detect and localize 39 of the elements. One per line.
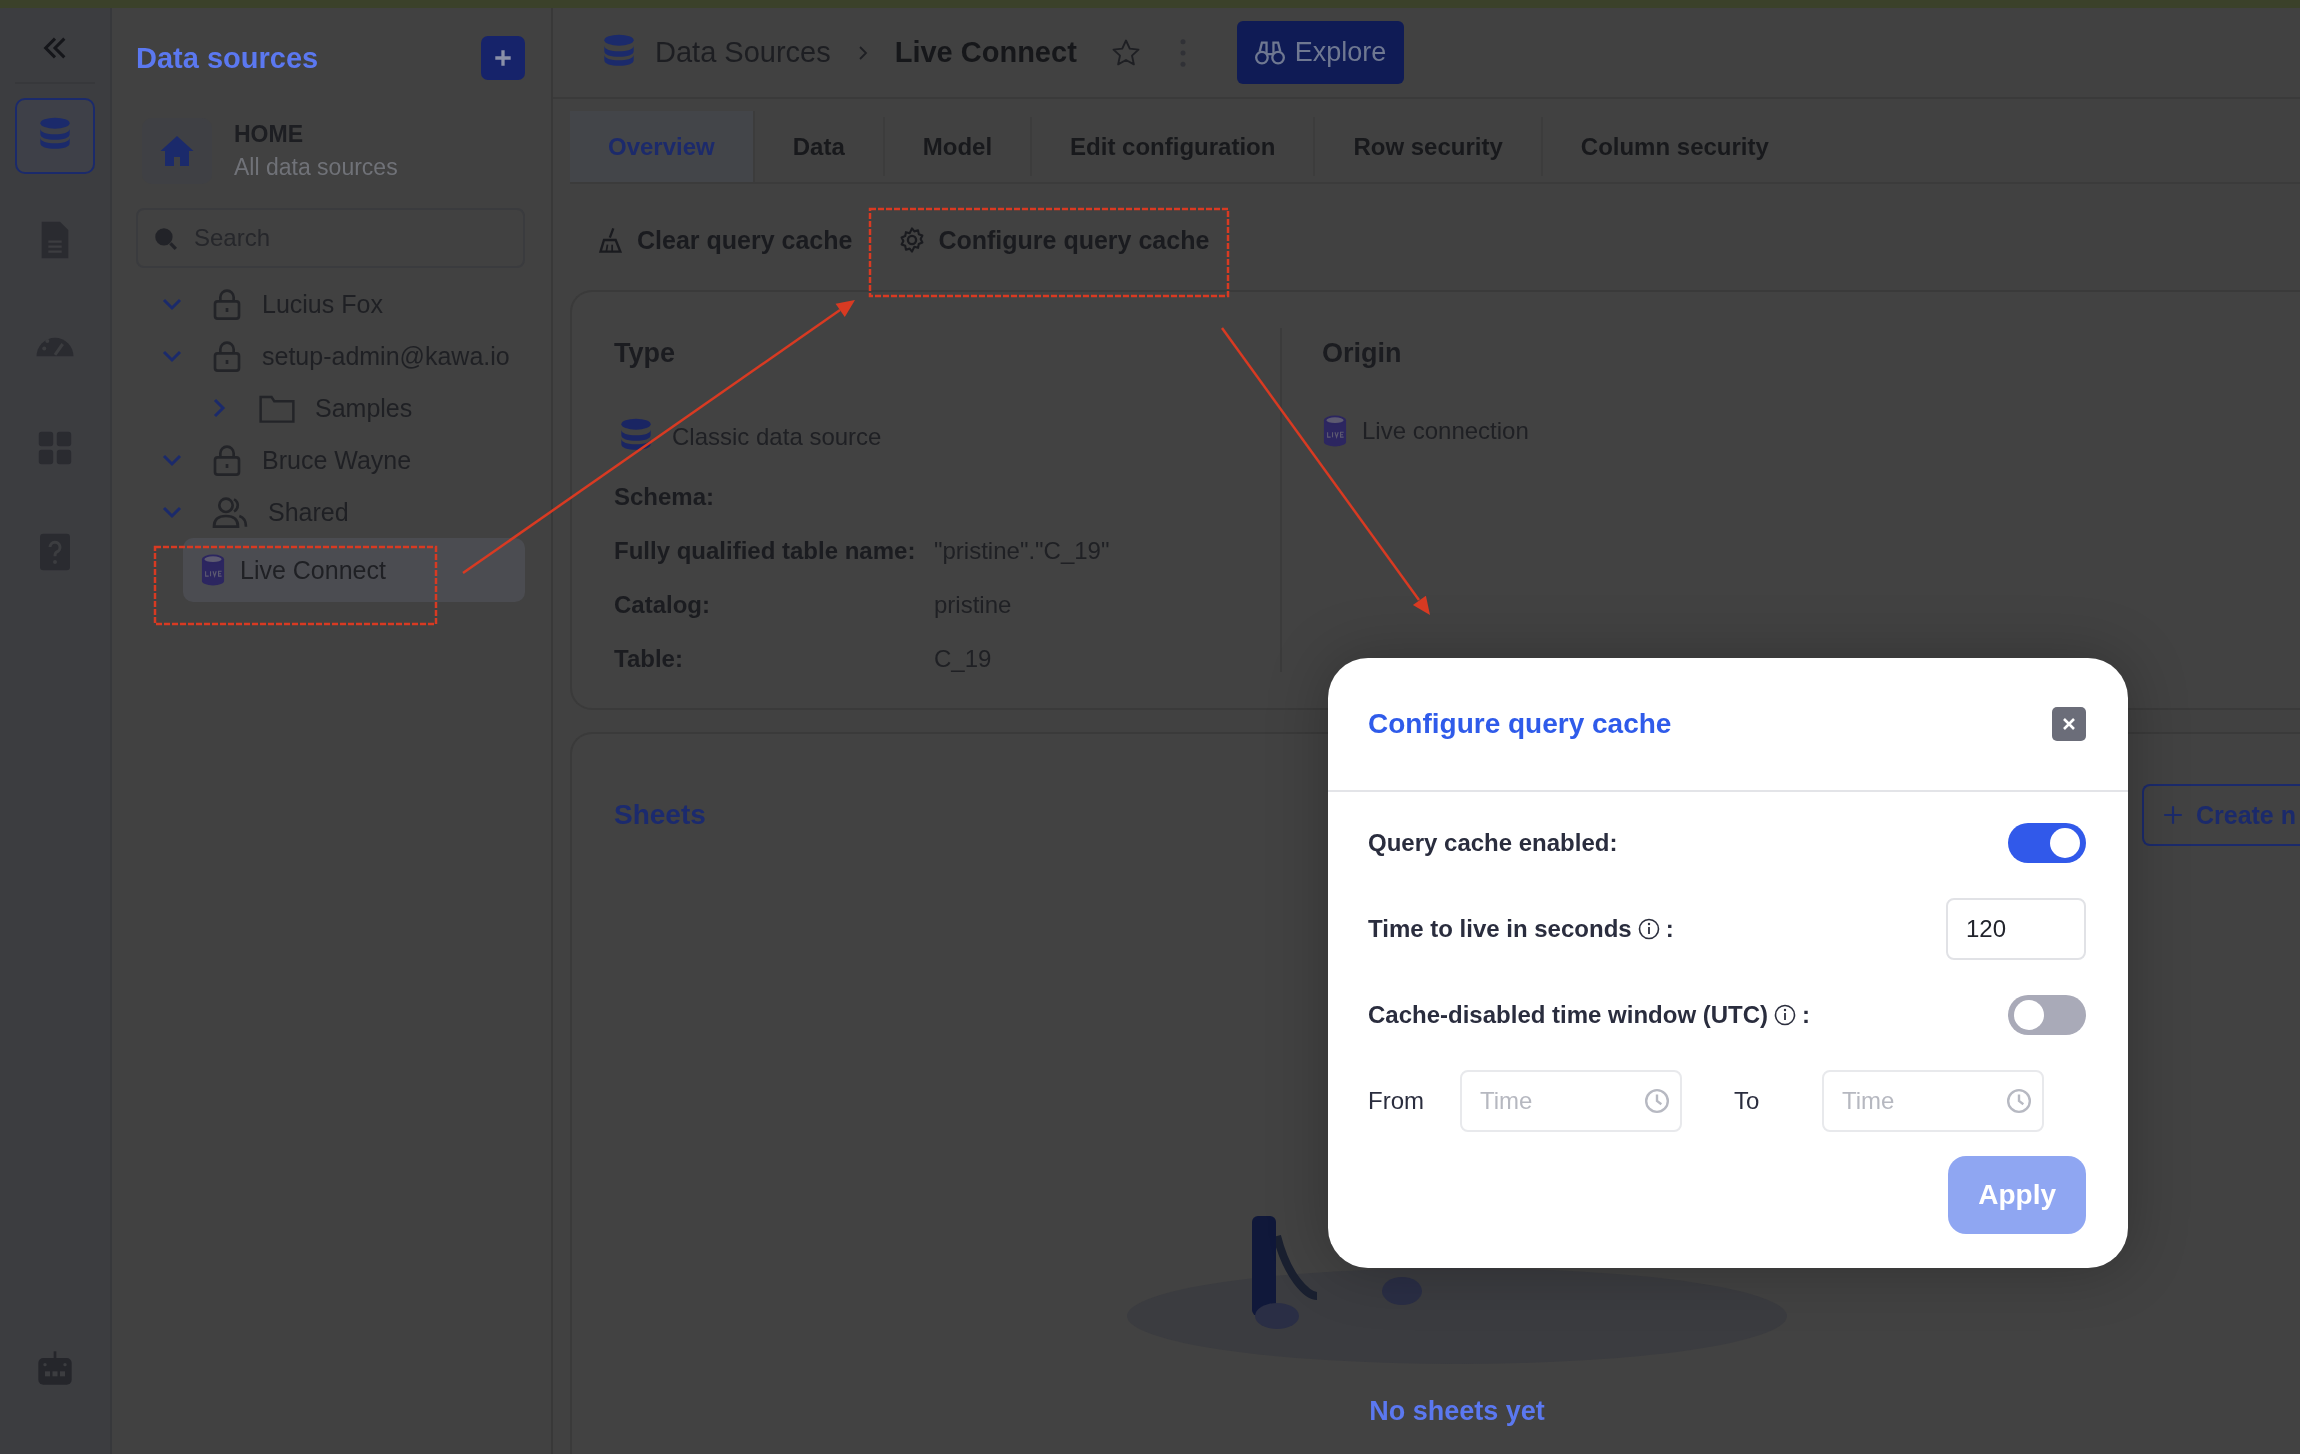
lock-icon bbox=[212, 288, 242, 320]
users-icon bbox=[212, 496, 248, 528]
dialog-title: Configure query cache bbox=[1368, 708, 1672, 740]
field-label: Query cache enabled: bbox=[1368, 829, 1618, 857]
number-field[interactable]: 120 bbox=[1946, 898, 2086, 960]
broom-icon bbox=[597, 226, 625, 254]
close-button[interactable] bbox=[2052, 707, 2086, 741]
folder-icon bbox=[259, 393, 295, 423]
info-icon bbox=[1637, 918, 1660, 940]
field-label: Cache-disabled time window (UTC) bbox=[1368, 1001, 1769, 1029]
add-button[interactable] bbox=[481, 36, 525, 80]
plus-icon bbox=[2161, 804, 2184, 826]
label-colon: : bbox=[1802, 1001, 1811, 1029]
live-database-icon bbox=[1322, 415, 1348, 447]
search-icon bbox=[152, 225, 178, 251]
explore-button[interactable]: Explore bbox=[1236, 21, 1405, 84]
lock-icon bbox=[212, 444, 242, 476]
clock-icon bbox=[2006, 1088, 2032, 1114]
field-label: To bbox=[1734, 1087, 1761, 1115]
field-label: From bbox=[1368, 1087, 1425, 1115]
plus-icon bbox=[492, 47, 514, 69]
sidebar-title: Data sources bbox=[136, 41, 319, 75]
lock-icon bbox=[212, 340, 242, 372]
info-icon bbox=[1774, 1004, 1797, 1026]
time-field[interactable]: Time bbox=[1822, 1070, 2044, 1132]
robot-icon[interactable] bbox=[35, 1348, 75, 1388]
label-colon: : bbox=[1665, 915, 1674, 943]
toggle-switch[interactable] bbox=[2008, 995, 2086, 1035]
time-field[interactable]: Time bbox=[1460, 1070, 1682, 1132]
nav-button[interactable] bbox=[15, 98, 95, 174]
clock-icon bbox=[1644, 1088, 1670, 1114]
close-icon bbox=[2061, 716, 2077, 732]
toggle-switch[interactable] bbox=[2008, 823, 2086, 863]
binoculars-icon bbox=[1254, 39, 1285, 66]
field-label: Time to live in seconds bbox=[1368, 915, 1632, 943]
house-icon bbox=[159, 134, 195, 168]
live-database-icon bbox=[200, 554, 226, 586]
star-icon[interactable] bbox=[1110, 37, 1141, 68]
empty-state-text: No sheets yet bbox=[1369, 1396, 1545, 1427]
